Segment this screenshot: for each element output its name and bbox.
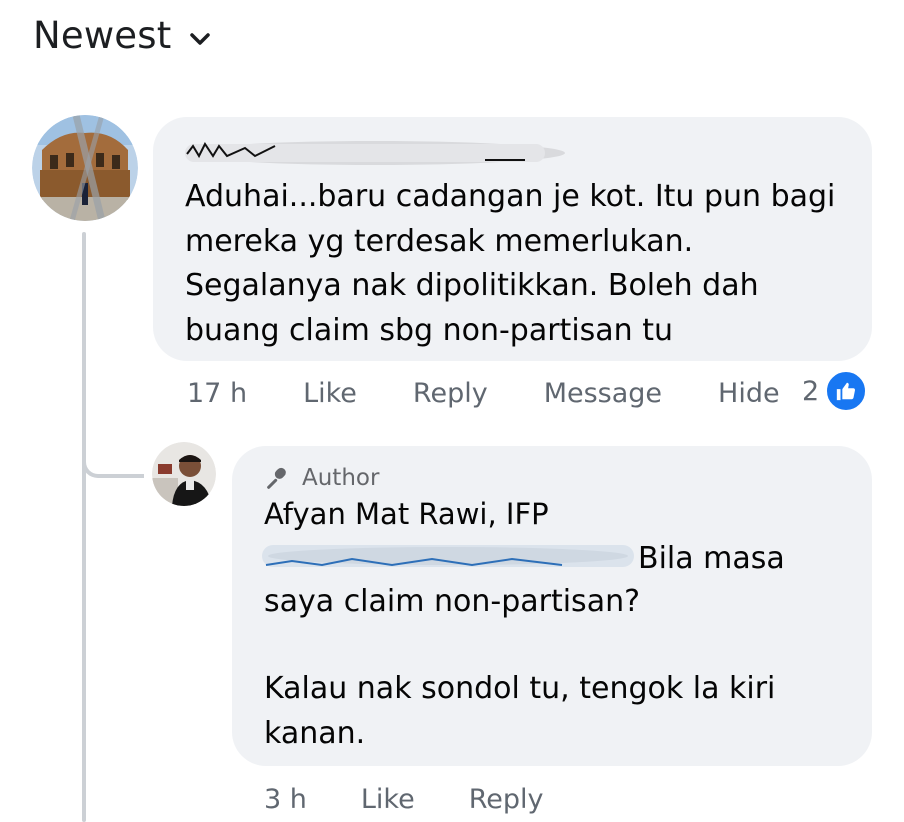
avatar[interactable] [152,442,216,506]
author-badge-label: Author [302,465,380,491]
reply-text: Kalau nak sondol tu, tengok la kiri kana… [264,667,844,756]
reply-line: kanan. [264,715,366,751]
sort-dropdown[interactable]: Newest [33,14,211,57]
redacted-name [185,141,565,165]
redacted-mention [262,545,634,567]
comment-timestamp[interactable]: 17 h [187,378,247,409]
avatar[interactable] [32,115,138,221]
reply-text: Bila masa [638,541,785,576]
like-icon [825,370,868,412]
reply-text: saya claim non-partisan? [264,584,641,619]
comment-line: Aduhai...baru cadangan je kot. Itu pun b… [185,179,836,214]
reply-timestamp[interactable]: 3 h [264,784,307,815]
comment-text: Aduhai...baru cadangan je kot. Itu pun b… [185,175,855,353]
reaction-count: 2 [802,375,820,407]
reply-button[interactable]: Reply [413,378,488,409]
like-button[interactable]: Like [303,378,357,409]
reaction-summary[interactable]: 2 [802,370,868,412]
reply-line: Kalau nak sondol tu, tengok la kiri [264,671,776,706]
hide-button[interactable]: Hide [718,378,780,409]
comment-line: mereka yg terdesak memerlukan. [185,223,694,259]
sort-label: Newest [33,14,172,57]
reply-actions: 3 h Like Reply [264,784,544,815]
commenter-name[interactable]: Afyan Mat Rawi, IFP [264,497,549,531]
thread-connector [82,462,144,478]
author-badge: Author [264,464,379,492]
comment-line: buang claim sbg non-partisan tu [185,312,673,348]
like-button[interactable]: Like [361,784,415,815]
microphone-icon [267,467,286,489]
message-button[interactable]: Message [544,378,662,409]
comment-actions: 17 h Like Reply Message Hide [187,378,780,409]
chevron-down-icon [190,32,211,45]
thread-line [82,232,86,822]
comment-line: Segalanya nak dipolitikkan. Boleh dah [185,268,759,303]
reply-button[interactable]: Reply [469,784,544,815]
